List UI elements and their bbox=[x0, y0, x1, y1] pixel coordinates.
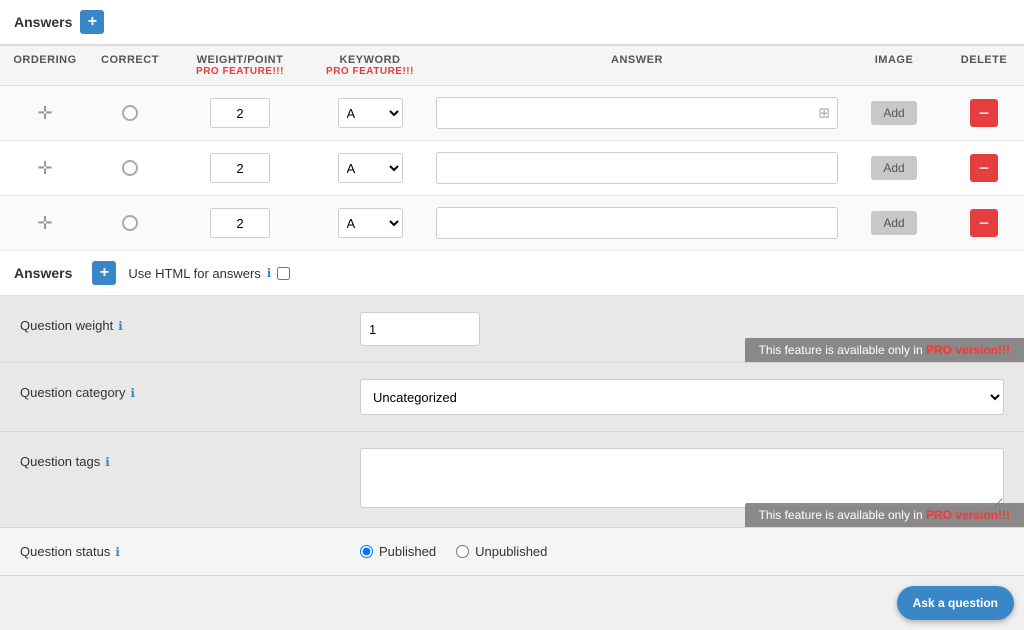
th-answer: ANSWER bbox=[430, 46, 844, 85]
add-image-btn-2[interactable]: Add bbox=[871, 211, 916, 235]
weight-cell-2 bbox=[170, 196, 310, 250]
delete-cell-1: − bbox=[944, 142, 1024, 194]
question-category-label: Question category ℹ bbox=[20, 379, 360, 400]
answer-cell-1 bbox=[430, 144, 844, 192]
add-image-btn-1[interactable]: Add bbox=[871, 156, 916, 180]
correct-radio-0[interactable] bbox=[122, 105, 138, 121]
tags-info-icon: ℹ bbox=[105, 455, 110, 469]
html-label-text: Use HTML for answers bbox=[128, 266, 260, 281]
question-tags-row: Question tags ℹ This feature is availabl… bbox=[0, 432, 1024, 528]
weight-input-0[interactable] bbox=[210, 98, 270, 128]
weight-input-1[interactable] bbox=[210, 153, 270, 183]
category-info-icon: ℹ bbox=[131, 386, 136, 400]
answers-bottom-label: Answers bbox=[14, 265, 72, 281]
correct-cell-0 bbox=[90, 93, 170, 133]
keyword-select-0[interactable]: ABC bbox=[338, 98, 403, 128]
delete-row-btn-1[interactable]: − bbox=[970, 154, 998, 182]
table-row: ✛ ABC ⊞ Add − bbox=[0, 86, 1024, 141]
keyword-cell-0: ABC bbox=[310, 86, 430, 140]
drag-handle-0[interactable]: ✛ bbox=[37, 103, 52, 124]
question-tags-label: Question tags ℹ bbox=[20, 448, 360, 469]
answer-rows-container: ✛ ABC ⊞ Add − bbox=[0, 86, 1024, 251]
published-label: Published bbox=[379, 544, 436, 559]
weight-cell-0 bbox=[170, 86, 310, 140]
th-keyword: KEYWORD PRO Feature!!! bbox=[310, 46, 430, 85]
question-category-row: Question category ℹ Uncategorized bbox=[0, 363, 1024, 432]
drag-cell-1: ✛ bbox=[0, 146, 90, 191]
answer-input-1[interactable] bbox=[436, 152, 838, 184]
drag-handle-1[interactable]: ✛ bbox=[37, 158, 52, 179]
unpublished-radio-label[interactable]: Unpublished bbox=[456, 544, 547, 559]
keyword-cell-1: ABC bbox=[310, 141, 430, 195]
published-radio[interactable] bbox=[360, 545, 373, 558]
weight-input-2[interactable] bbox=[210, 208, 270, 238]
answer-cell-2 bbox=[430, 199, 844, 247]
drag-cell-2: ✛ bbox=[0, 201, 90, 246]
html-info-icon: ℹ bbox=[267, 266, 272, 280]
th-correct: CORRECT bbox=[90, 46, 170, 85]
html-checkbox[interactable] bbox=[277, 267, 290, 280]
image-cell-0: Add bbox=[844, 89, 944, 137]
delete-row-btn-0[interactable]: − bbox=[970, 99, 998, 127]
table-header-row: ORDERING CORRECT WEIGHT/POINT PRO Featur… bbox=[0, 45, 1024, 86]
th-weight: WEIGHT/POINT PRO Feature!!! bbox=[170, 46, 310, 85]
question-tags-control bbox=[360, 448, 1004, 511]
tags-pro-banner: This feature is available only in PRO ve… bbox=[745, 503, 1024, 527]
th-keyword-pro: PRO Feature!!! bbox=[320, 66, 420, 77]
question-weight-row: Question weight ℹ This feature is availa… bbox=[0, 296, 1024, 363]
ask-question-button[interactable]: Ask a question bbox=[897, 586, 1014, 620]
keyword-cell-2: ABC bbox=[310, 196, 430, 250]
th-ordering: ORDERING bbox=[0, 46, 90, 85]
weight-pro-text: PRO version!!! bbox=[926, 343, 1010, 357]
weight-pro-banner: This feature is available only in PRO ve… bbox=[745, 338, 1024, 362]
correct-radio-2[interactable] bbox=[122, 215, 138, 231]
status-info-icon: ℹ bbox=[115, 545, 120, 559]
question-category-select[interactable]: Uncategorized bbox=[360, 379, 1004, 415]
add-answer-bottom-button[interactable]: + bbox=[92, 261, 116, 285]
answers-bottom-bar: Answers + Use HTML for answers ℹ bbox=[0, 251, 1024, 296]
drag-cell-0: ✛ bbox=[0, 91, 90, 136]
th-delete: DELETE bbox=[944, 46, 1024, 85]
table-row: ✛ ABC Add − bbox=[0, 141, 1024, 196]
question-tags-input[interactable] bbox=[360, 448, 1004, 508]
drag-handle-2[interactable]: ✛ bbox=[37, 213, 52, 234]
answer-cell-0: ⊞ bbox=[430, 89, 844, 137]
html-checkbox-label[interactable]: Use HTML for answers ℹ bbox=[128, 266, 290, 281]
keyword-select-2[interactable]: ABC bbox=[338, 208, 403, 238]
answer-icon-0: ⊞ bbox=[818, 105, 830, 122]
question-category-control: Uncategorized bbox=[360, 379, 1004, 415]
image-cell-2: Add bbox=[844, 199, 944, 247]
question-status-row: Question status ℹ Published Unpublished bbox=[0, 528, 1024, 576]
delete-row-btn-2[interactable]: − bbox=[970, 209, 998, 237]
weight-cell-1 bbox=[170, 141, 310, 195]
add-image-btn-0[interactable]: Add bbox=[871, 101, 916, 125]
correct-cell-2 bbox=[90, 203, 170, 243]
keyword-select-1[interactable]: ABC bbox=[338, 153, 403, 183]
delete-cell-0: − bbox=[944, 87, 1024, 139]
table-row: ✛ ABC Add − bbox=[0, 196, 1024, 251]
question-weight-label: Question weight ℹ bbox=[20, 312, 360, 333]
unpublished-radio[interactable] bbox=[456, 545, 469, 558]
answer-input-0[interactable] bbox=[436, 97, 838, 129]
question-status-label: Question status ℹ bbox=[20, 544, 360, 559]
correct-radio-1[interactable] bbox=[122, 160, 138, 176]
settings-section: Question weight ℹ This feature is availa… bbox=[0, 296, 1024, 576]
question-weight-input[interactable] bbox=[360, 312, 480, 346]
delete-cell-2: − bbox=[944, 197, 1024, 249]
correct-cell-1 bbox=[90, 148, 170, 188]
weight-info-icon: ℹ bbox=[118, 319, 123, 333]
answers-top-label: Answers bbox=[14, 14, 72, 30]
status-radio-group: Published Unpublished bbox=[360, 544, 547, 559]
image-cell-1: Add bbox=[844, 144, 944, 192]
add-answer-top-button[interactable]: + bbox=[80, 10, 104, 34]
published-radio-label[interactable]: Published bbox=[360, 544, 436, 559]
tags-pro-text: PRO version!!! bbox=[926, 508, 1010, 522]
th-image: IMAGE bbox=[844, 46, 944, 85]
th-weight-pro: PRO Feature!!! bbox=[180, 66, 300, 77]
unpublished-label: Unpublished bbox=[475, 544, 547, 559]
answers-top-bar: Answers + bbox=[0, 0, 1024, 45]
answer-input-2[interactable] bbox=[436, 207, 838, 239]
